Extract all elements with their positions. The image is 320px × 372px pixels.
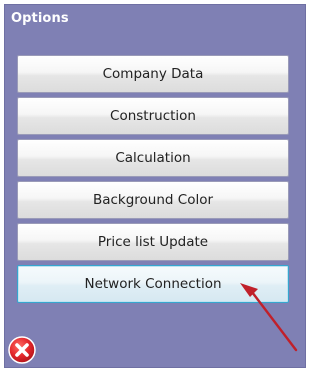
network-connection-button[interactable]: Network Connection [17,265,289,303]
calculation-button[interactable]: Calculation [17,139,289,177]
close-icon [8,336,36,364]
construction-button[interactable]: Construction [17,97,289,135]
background-color-button[interactable]: Background Color [17,181,289,219]
company-data-button[interactable]: Company Data [17,55,289,93]
panel-title: Options [11,11,69,26]
price-list-update-button[interactable]: Price list Update [17,223,289,261]
close-button[interactable] [8,336,36,364]
